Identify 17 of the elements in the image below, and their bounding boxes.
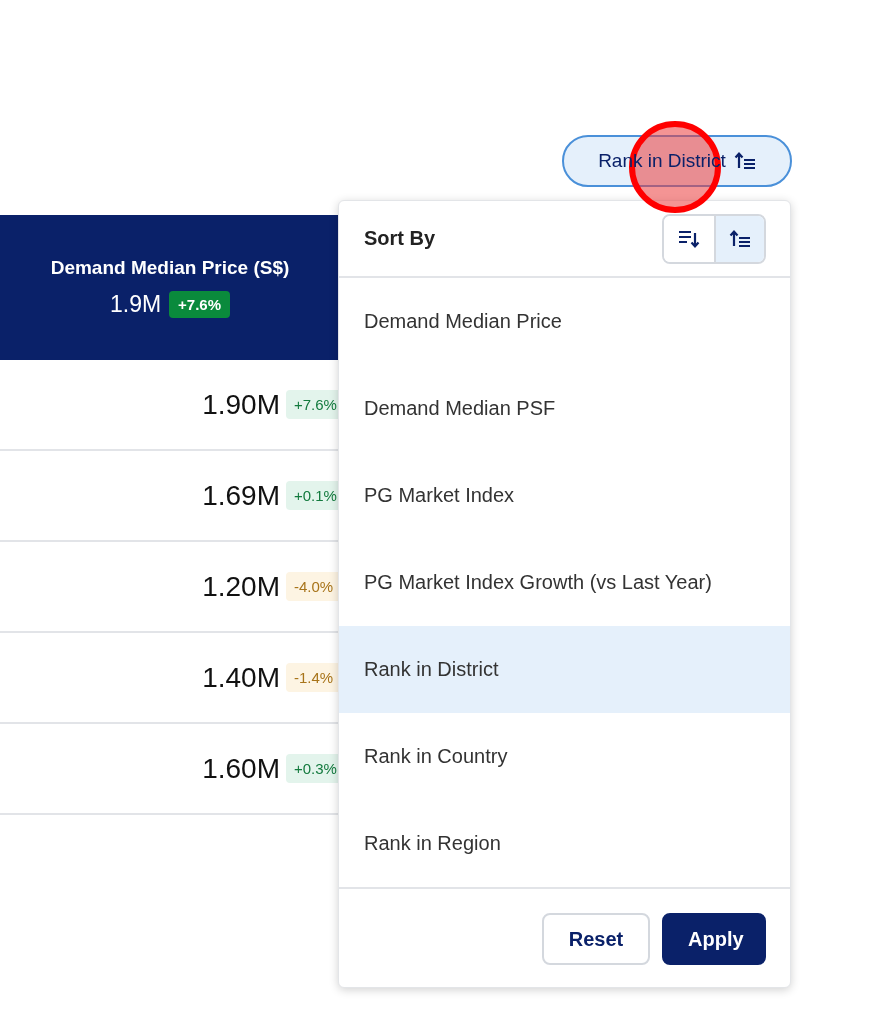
column-title: Demand Median Price (S$) xyxy=(50,257,290,279)
menu-title: Sort By xyxy=(364,227,436,250)
price-value: 1.40M xyxy=(202,661,280,694)
price-value: 1.60M xyxy=(202,752,280,785)
header-value: 1.9M xyxy=(109,291,162,318)
sort-descending-icon xyxy=(678,228,700,249)
price-value: 1.69M xyxy=(202,479,280,512)
sort-ascending-icon xyxy=(729,228,751,249)
reset-button[interactable]: Reset xyxy=(542,913,650,965)
sort-option[interactable]: Rank in Region xyxy=(339,800,790,887)
sort-option[interactable]: Rank in District xyxy=(339,626,790,713)
sort-direction-toggle[interactable] xyxy=(714,215,764,262)
change-badge: +7.6% xyxy=(169,291,231,318)
price-value: 1.20M xyxy=(202,570,280,603)
apply-button[interactable]: Apply xyxy=(662,913,766,965)
price-value: 1.90M xyxy=(202,388,280,421)
sort-option[interactable]: Demand Median Price xyxy=(339,278,790,365)
